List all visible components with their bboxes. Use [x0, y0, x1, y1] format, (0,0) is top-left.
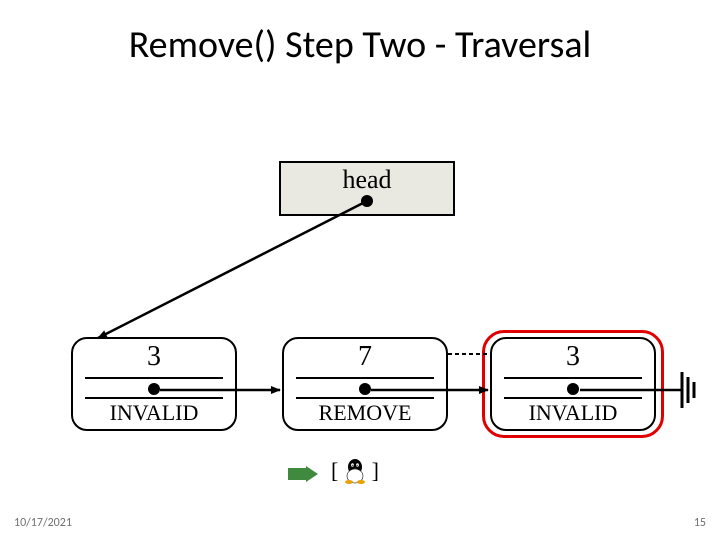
head-label: head	[342, 165, 391, 194]
tux-icon	[342, 457, 368, 485]
head-pointer-dot	[361, 195, 373, 207]
node-3-pointer-dot	[567, 383, 579, 395]
node-2-value: 7	[284, 341, 446, 373]
node-1-pointer-dot	[148, 383, 160, 395]
footer-logo: [ ]	[320, 457, 390, 485]
head-box: head	[279, 161, 455, 216]
node-2-state: REMOVE	[284, 400, 446, 426]
node-3-pointer-row	[492, 379, 654, 397]
footer-page-number: 15	[694, 516, 706, 530]
bracket-left: [	[331, 458, 338, 483]
node-1-pointer-row	[73, 379, 235, 397]
divider	[85, 397, 223, 399]
node-2-pointer-row	[284, 379, 446, 397]
bracket-right: ]	[372, 458, 379, 483]
node-1-value: 3	[73, 341, 235, 373]
slide-title: Remove() Step Two - Traversal	[0, 22, 720, 68]
node-3-value: 3	[492, 341, 654, 373]
node-2-pointer-dot	[359, 383, 371, 395]
divider	[296, 397, 434, 399]
green-arrow-icon	[288, 466, 318, 487]
divider	[504, 397, 642, 399]
node-1: 3 INVALID	[71, 337, 237, 431]
node-3-state: INVALID	[492, 400, 654, 426]
node-1-state: INVALID	[73, 400, 235, 426]
node-2: 7 REMOVE	[282, 337, 448, 431]
footer-date: 10/17/2021	[14, 516, 72, 530]
node-3: 3 INVALID	[490, 337, 656, 431]
